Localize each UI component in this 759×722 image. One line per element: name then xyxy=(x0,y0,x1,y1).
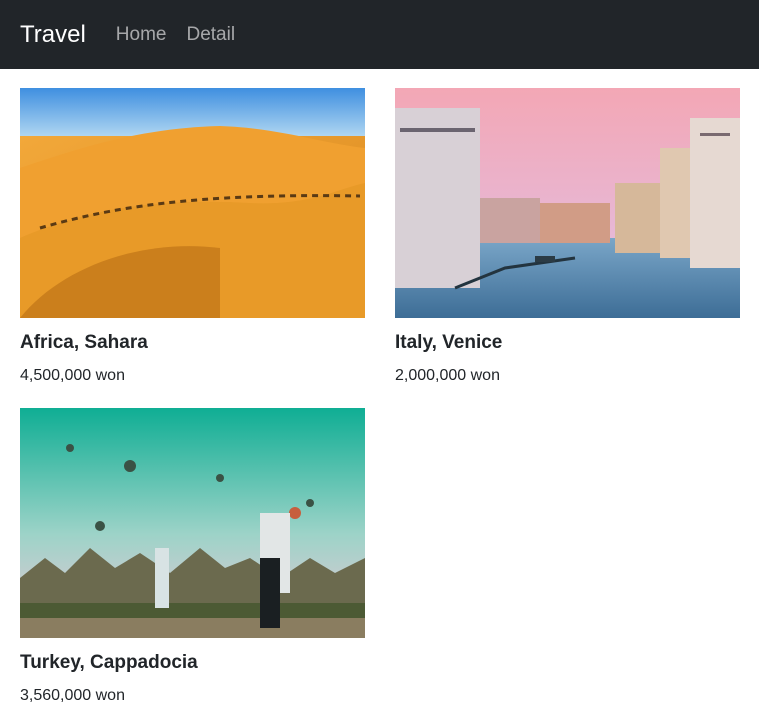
product-price: 3,560,000 won xyxy=(20,687,125,704)
product-card-cappadocia[interactable]: Turkey, Cappadocia 3,560,000 won xyxy=(20,408,365,706)
product-image-sahara[interactable] xyxy=(20,88,365,318)
product-title[interactable]: Africa, Sahara xyxy=(20,331,365,355)
nav-link-home[interactable]: Home xyxy=(116,24,167,46)
product-card-sahara[interactable]: Africa, Sahara 4,500,000 won xyxy=(20,88,365,386)
top-navbar: Travel Home Detail xyxy=(0,0,759,69)
cappadocia-photo xyxy=(20,408,365,638)
product-card-venice[interactable]: Italy, Venice 2,000,000 won xyxy=(395,88,740,386)
product-price: 4,500,000 won xyxy=(20,367,125,384)
nav-link-detail[interactable]: Detail xyxy=(186,24,235,46)
product-title[interactable]: Turkey, Cappadocia xyxy=(20,651,365,675)
sahara-photo xyxy=(20,88,365,318)
venice-photo xyxy=(395,88,740,318)
product-title[interactable]: Italy, Venice xyxy=(395,331,740,355)
brand-link[interactable]: Travel xyxy=(20,21,86,49)
product-image-cappadocia[interactable] xyxy=(20,408,365,638)
product-image-venice[interactable] xyxy=(395,88,740,318)
product-price: 2,000,000 won xyxy=(395,367,500,384)
